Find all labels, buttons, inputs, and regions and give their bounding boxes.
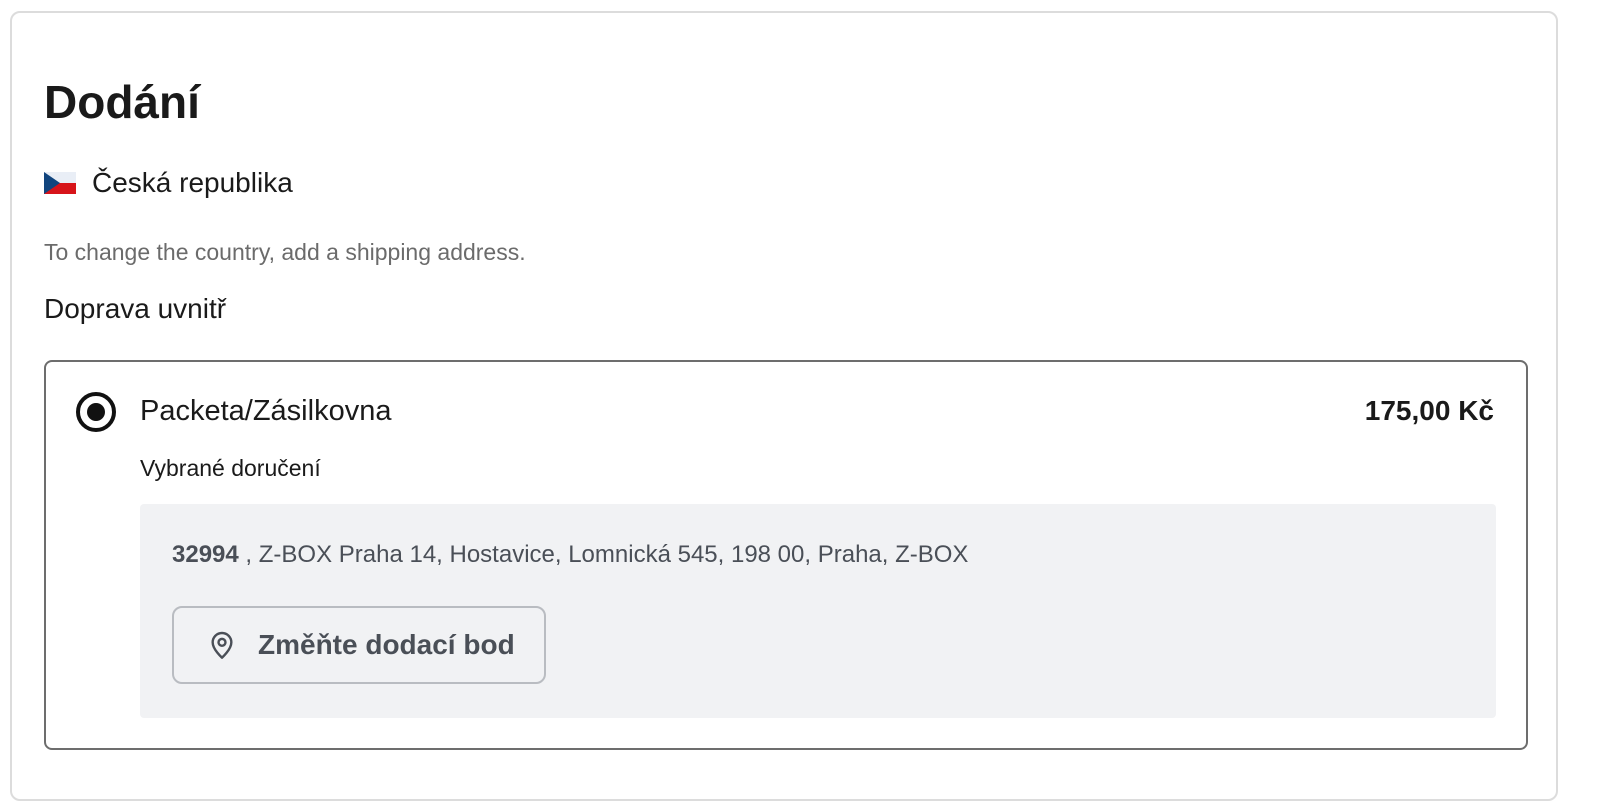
country-change-hint: To change the country, add a shipping ad… [44, 239, 526, 265]
selected-delivery-label: Vybrané doručení [140, 455, 321, 481]
czech-flag-icon [44, 172, 76, 194]
pickup-point-panel: 32994 , Z-BOX Praha 14, Hostavice, Lomni… [140, 504, 1496, 718]
shipping-method-price: 175,00 Kč [1364, 395, 1494, 426]
delivery-card: Dodání Česká republika To change the cou… [10, 11, 1558, 801]
radio-selected-dot [87, 403, 105, 421]
pickup-point-address-text: , Z-BOX Praha 14, Hostavice, Lomnická 54… [238, 541, 969, 568]
shipping-method-option[interactable]: Packeta/Zásilkovna 175,00 Kč Vybrané dor… [44, 360, 1528, 750]
pickup-point-address: 32994 , Z-BOX Praha 14, Hostavice, Lomni… [172, 541, 968, 569]
shipping-section-label: Doprava uvnitř [44, 293, 227, 324]
shipping-method-radio[interactable] [76, 392, 116, 432]
shipping-method-name: Packeta/Zásilkovna [140, 395, 392, 427]
pickup-point-id: 32994 [172, 541, 239, 568]
delivery-title: Dodání [44, 76, 200, 128]
change-pickup-point-label: Změňte dodací bod [258, 629, 515, 660]
change-pickup-point-button[interactable]: Změňte dodací bod [172, 606, 546, 684]
map-pin-icon [206, 629, 238, 661]
country-name: Česká republika [92, 167, 293, 198]
country-row: Česká republika [44, 165, 293, 201]
